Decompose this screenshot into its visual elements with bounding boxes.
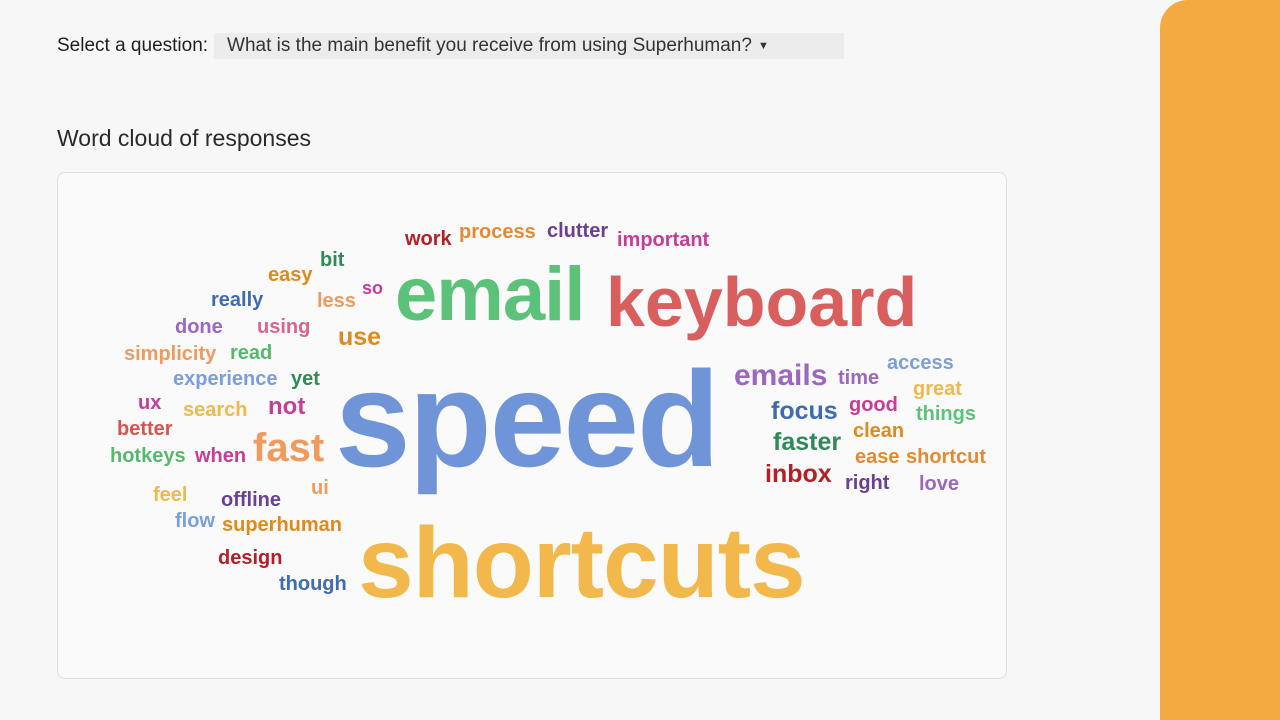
word-cloud-word: time	[838, 367, 880, 389]
word-cloud-word: bit	[320, 249, 345, 271]
word-cloud-word: clean	[853, 420, 905, 442]
word-cloud-word: better	[117, 418, 173, 440]
word-cloud-word: things	[916, 403, 976, 425]
word-cloud-word: right	[845, 472, 890, 494]
word-cloud-word: easy	[268, 264, 313, 286]
word-cloud-word: flow	[175, 510, 215, 532]
word-cloud-word: access	[887, 352, 954, 374]
word-cloud-word: though	[279, 573, 347, 595]
word-cloud-word: using	[257, 316, 311, 338]
word-cloud-word: process	[459, 221, 536, 243]
selected-question-text: What is the main benefit you receive fro…	[227, 35, 752, 56]
word-cloud-word: done	[175, 316, 223, 338]
word-cloud-word: less	[317, 290, 356, 312]
select-question-label: Select a question:	[57, 35, 209, 56]
word-cloud-word: emails	[734, 359, 828, 392]
word-cloud-word: clutter	[547, 220, 609, 242]
word-cloud-word: use	[338, 323, 382, 351]
word-cloud-card: speed shortcuts keyboard email fast emai…	[57, 172, 1007, 679]
word-cloud-word: design	[218, 547, 283, 569]
word-cloud-word: work	[405, 228, 452, 250]
word-cloud-word: fast	[253, 426, 325, 470]
word-cloud-word: email	[395, 252, 585, 337]
word-cloud-word: read	[230, 342, 273, 364]
word-cloud-word: really	[211, 289, 264, 311]
word-cloud-word: important	[617, 229, 710, 251]
word-cloud-word: feel	[153, 484, 188, 506]
word-cloud-word: great	[913, 378, 962, 400]
word-cloud-word: keyboard	[606, 263, 918, 341]
word-cloud-title: Word cloud of responses	[57, 125, 311, 151]
question-selector-row: Select a question: What is the main bene…	[57, 33, 845, 59]
word-cloud-word: speed	[335, 343, 720, 495]
word-cloud-word: experience	[173, 368, 278, 390]
word-cloud-word: when	[195, 445, 247, 467]
word-cloud-word: superhuman	[222, 514, 343, 536]
word-cloud-word: search	[183, 399, 248, 421]
word-cloud-word: ease	[855, 446, 900, 468]
word-cloud-word: hotkeys	[110, 445, 186, 467]
word-cloud-word: focus	[771, 397, 838, 425]
word-cloud-word: offline	[221, 489, 281, 511]
word-cloud-word: simplicity	[124, 343, 217, 365]
word-cloud-word: yet	[291, 368, 320, 390]
chevron-down-icon: ▼	[757, 40, 769, 52]
question-dropdown[interactable]: What is the main benefit you receive fro…	[214, 33, 845, 59]
word-cloud-word: inbox	[765, 460, 832, 488]
word-cloud-word: ui	[311, 477, 329, 499]
word-cloud-word: good	[849, 394, 898, 416]
decorative-side-panel	[1160, 0, 1280, 720]
word-cloud-word: shortcut	[906, 446, 986, 468]
word-cloud-word: ux	[138, 392, 162, 414]
word-cloud-word: love	[919, 473, 960, 495]
word-cloud-word: so	[362, 278, 384, 298]
word-cloud-word: shortcuts	[358, 507, 806, 619]
word-cloud-word: not	[268, 393, 306, 420]
word-cloud-word: faster	[773, 428, 842, 456]
